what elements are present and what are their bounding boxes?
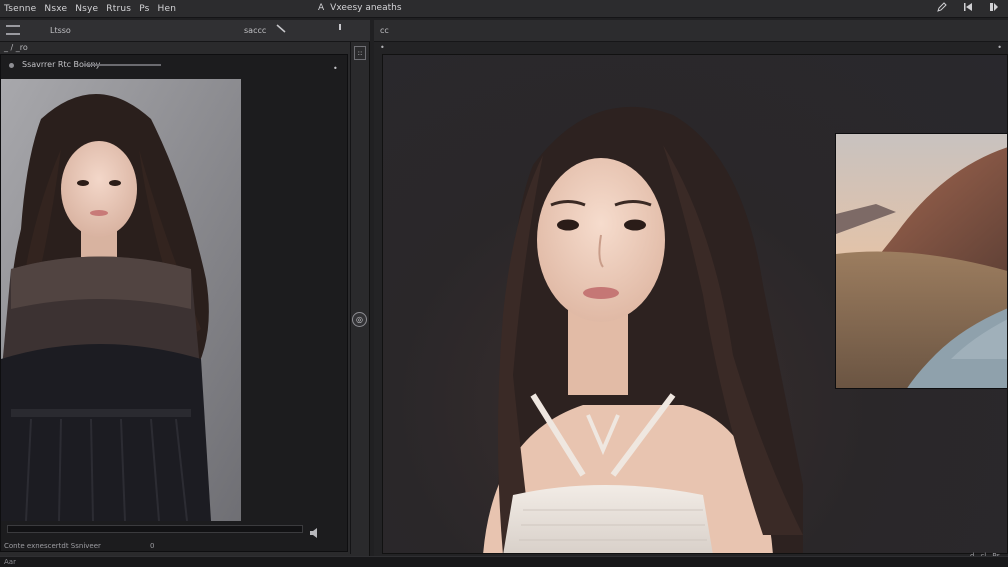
menu-bar: Tsenne Nsxe Nsye Rtrus Ps Hen A Vxeesy a… <box>0 0 1008 18</box>
status-dot-icon <box>9 62 14 68</box>
close-icon[interactable] <box>988 2 1000 14</box>
right-toolbar: cc <box>374 20 1008 42</box>
rotate-icon[interactable]: ◎ <box>352 312 367 327</box>
menu-item[interactable]: Nsye <box>75 4 98 14</box>
panel-divider-rail[interactable]: :: ◎ <box>350 42 368 554</box>
brush-icon[interactable] <box>276 24 286 36</box>
zoom-slider[interactable] <box>83 64 161 66</box>
horizontal-scrollbar[interactable] <box>7 525 303 533</box>
document-title-prefix: A <box>318 3 325 13</box>
viewer-header: Ssavrrer Rtc Boicny • <box>1 55 347 75</box>
pin-icon[interactable] <box>336 24 344 36</box>
photo-editor-window: Tsenne Nsxe Nsye Rtrus Ps Hen A Vxeesy a… <box>0 0 1008 567</box>
right-panel: cc • • <box>374 20 1008 560</box>
menu-item[interactable]: Tsenne <box>4 4 36 14</box>
left-toolbar-tab[interactable]: Ltsso <box>50 26 71 35</box>
pin-icon[interactable]: • <box>997 43 1002 52</box>
footer-text: Conte exnescertdt Ssniveer <box>4 542 101 550</box>
left-panel: Ltsso saccc _ / _ro Ssavrrer Rtc Boicny … <box>0 20 370 556</box>
portrait-illustration <box>1 79 241 521</box>
collapse-icon[interactable]: :: <box>354 46 366 60</box>
portrait-image-left <box>1 79 241 521</box>
left-toolbar-label[interactable]: saccc <box>244 26 266 35</box>
menu-icon[interactable] <box>6 25 20 35</box>
pen-icon[interactable] <box>936 2 948 14</box>
right-toolbar-label[interactable]: cc <box>380 26 389 35</box>
pin-icon[interactable]: • <box>380 43 385 52</box>
landscape-image[interactable] <box>835 133 1007 389</box>
bottom-status-strip: Aar <box>0 556 1008 567</box>
right-panel-head: • • <box>374 42 1008 54</box>
document-title: A Vxeesy aneaths <box>318 3 402 13</box>
menu-item[interactable]: Hen <box>158 4 177 14</box>
menu-item[interactable]: Nsxe <box>44 4 67 14</box>
left-toolbar: Ltsso saccc <box>0 20 370 42</box>
menu-item[interactable]: Ps <box>139 4 149 14</box>
pin-icon[interactable]: • <box>333 59 338 79</box>
main-canvas[interactable] <box>382 54 1008 554</box>
menu-item[interactable]: Rtrus <box>106 4 131 14</box>
landscape-illustration <box>836 134 1007 388</box>
bottom-strip-text: Aar <box>4 558 16 566</box>
menu-items: Tsenne Nsxe Nsye Rtrus Ps Hen <box>0 4 176 14</box>
left-panel-path: _ / _ro <box>4 43 28 52</box>
left-panel-footer: Conte exnescertdt Ssniveer 0 <box>0 538 350 554</box>
document-title-text: Vxeesy aneaths <box>330 3 402 13</box>
left-image-viewer: Ssavrrer Rtc Boicny • <box>0 54 348 552</box>
window-controls <box>936 2 1000 14</box>
footer-page: 0 <box>150 542 155 550</box>
skip-icon[interactable] <box>962 2 974 14</box>
